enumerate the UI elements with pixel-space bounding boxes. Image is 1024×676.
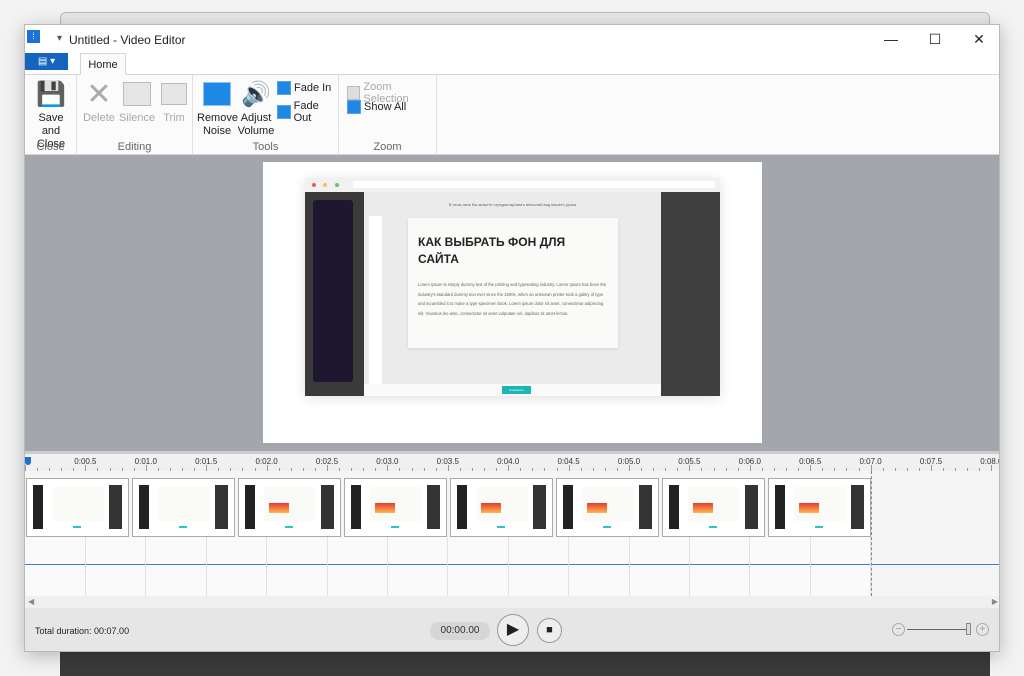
stop-button[interactable]: ■ <box>537 618 562 643</box>
play-button[interactable]: ▶ <box>497 614 529 646</box>
video-thumbnail[interactable] <box>344 478 447 537</box>
group-zoom: Zoom Selection Show All Zoom <box>339 75 437 155</box>
group-label: Close <box>36 141 65 153</box>
scroll-right-icon[interactable]: ▶ <box>992 597 998 606</box>
grid-line <box>568 537 570 596</box>
video-thumbnail[interactable] <box>238 478 341 537</box>
show-all-icon <box>347 100 361 114</box>
playback-bar: Total duration: 00:07.00 00:00.00 ▶ ■ − … <box>25 608 999 651</box>
total-duration: Total duration: 00:07.00 <box>35 626 130 636</box>
video-thumbnail[interactable] <box>26 478 129 537</box>
preview-browser-mockup: В этом окне Вы можете отредактировать вн… <box>305 178 720 396</box>
video-preview-area: В этом окне Вы можете отредактировать вн… <box>25 155 999 451</box>
ruler-label: 0:05.5 <box>678 457 701 466</box>
preview-heading: КАК ВЫБРАТЬ ФОН ДЛЯ САЙТА <box>418 235 566 266</box>
zoom-out-button[interactable]: − <box>892 623 905 636</box>
silence-icon <box>122 79 152 109</box>
adjust-volume-button[interactable]: 🔊 Adjust Volume <box>237 79 275 138</box>
timeline-ruler[interactable]: 0:00.5 0:01.0 0:01.5 0:02.0 0:02.5 0:03.0 0:03… <box>25 451 999 471</box>
background-window-bottom <box>60 652 990 676</box>
window-title: Untitled - Video Editor <box>69 33 186 47</box>
ruler-label: 0:05.0 <box>617 457 641 466</box>
grid-line <box>507 537 509 596</box>
ruler-label: 0:01.5 <box>195 457 218 466</box>
ruler-label: 0:03.0 <box>376 457 399 466</box>
ruler-label: 0:02.0 <box>255 457 278 466</box>
delete-x-icon: ✕ <box>86 77 112 111</box>
ruler-label: 0:07.0 <box>859 457 882 466</box>
horizontal-scrollbar[interactable]: ◀ ▶ <box>25 596 999 608</box>
app-waveform-icon: ⁞ <box>27 30 40 43</box>
preview-save-button: Сохранить <box>502 386 531 394</box>
fade-in-icon <box>277 81 291 95</box>
stop-icon: ■ <box>546 624 553 636</box>
ruler-label: 0:06.5 <box>799 457 822 466</box>
grid-line <box>387 537 388 596</box>
group-label: Editing <box>117 141 152 153</box>
group-editing: ✕ Delete Silence Trim Editing <box>77 75 193 155</box>
video-thumbnail[interactable] <box>556 478 659 537</box>
ruler-label: 0:06.0 <box>738 457 761 466</box>
grid-line <box>447 537 449 596</box>
volume-speaker-icon: 🔊 <box>241 80 271 108</box>
group-label: Tools <box>252 141 279 153</box>
fade-out-button[interactable]: Fade Out <box>277 100 338 124</box>
video-thumbnail[interactable] <box>132 478 235 537</box>
close-button[interactable]: ✕ <box>957 25 999 53</box>
group-tools: Remove Noise 🔊 Adjust Volume Fade In Fade… <box>193 75 339 155</box>
noise-waveform-icon <box>202 79 232 109</box>
ruler-label: 0:01.0 <box>134 457 157 466</box>
zoom-in-button[interactable]: + <box>976 623 989 636</box>
ruler-label: 0:07.5 <box>919 457 943 466</box>
magnifier-icon <box>347 86 361 100</box>
zoom-slider-thumb[interactable] <box>966 623 971 635</box>
video-editor-window: ⁞ ▾ Untitled - Video Editor — ☐ ✕ ▤ ▾ Ho… <box>24 24 1000 652</box>
group-label: Zoom <box>373 141 402 153</box>
trim-icon <box>159 79 189 109</box>
grid-line <box>749 537 751 596</box>
ruler-label: 0:04.5 <box>557 457 580 466</box>
delete-button[interactable]: ✕ Delete <box>81 79 117 125</box>
ruler-label: 0:04.0 <box>497 457 520 466</box>
quick-access-icon[interactable]: ▾ <box>57 33 62 44</box>
grid-line <box>870 537 872 596</box>
minimize-button[interactable]: — <box>869 25 913 53</box>
ribbon: 💾 Save and Close Close ✕ Delete Silence T… <box>25 74 999 155</box>
tab-home[interactable]: Home <box>80 53 126 75</box>
show-all-button[interactable]: Show All <box>347 100 406 114</box>
silence-button[interactable]: Silence <box>119 79 155 125</box>
video-frame: В этом окне Вы можете отредактировать вн… <box>263 162 762 443</box>
save-icon: 💾 <box>36 80 66 108</box>
ruler-label: 0:00.5 <box>74 457 97 466</box>
scroll-left-icon[interactable]: ◀ <box>28 597 34 606</box>
grid-line <box>326 537 328 596</box>
title-bar: ⁞ ▾ Untitled - Video Editor — ☐ ✕ <box>25 25 999 53</box>
grid-line <box>145 537 147 596</box>
ruler-label: 0:08.0 <box>980 457 999 466</box>
preview-body: Lorem Ipsum is simply dummy text of the … <box>418 282 607 316</box>
trim-button[interactable]: Trim <box>157 79 191 125</box>
fade-out-icon <box>277 105 291 119</box>
group-close: 💾 Save and Close Close <box>25 75 77 155</box>
ruler-label: 0:03.5 <box>436 457 459 466</box>
maximize-button[interactable]: ☐ <box>913 25 957 53</box>
play-icon: ▶ <box>506 621 520 638</box>
playhead-marker[interactable] <box>25 457 31 465</box>
remove-noise-button[interactable]: Remove Noise <box>197 79 238 138</box>
video-thumbnail[interactable] <box>662 478 765 537</box>
zoom-slider[interactable] <box>907 629 969 630</box>
fade-in-button[interactable]: Fade In <box>277 81 331 95</box>
grid-line <box>628 537 630 596</box>
grid-line <box>266 537 268 596</box>
video-thumbnail[interactable] <box>450 478 553 537</box>
grid-line <box>205 537 207 596</box>
file-menu-button[interactable]: ▤ ▾ <box>25 53 68 70</box>
preview-hint: В этом окне Вы можете отредактировать вн… <box>448 202 577 207</box>
grid-line <box>809 537 811 596</box>
grid-line <box>85 537 86 596</box>
video-thumbnail[interactable] <box>768 478 871 537</box>
ruler-label: 0:02.5 <box>315 457 339 466</box>
current-time: 00:00.00 <box>430 622 490 640</box>
grid-line <box>689 537 690 596</box>
